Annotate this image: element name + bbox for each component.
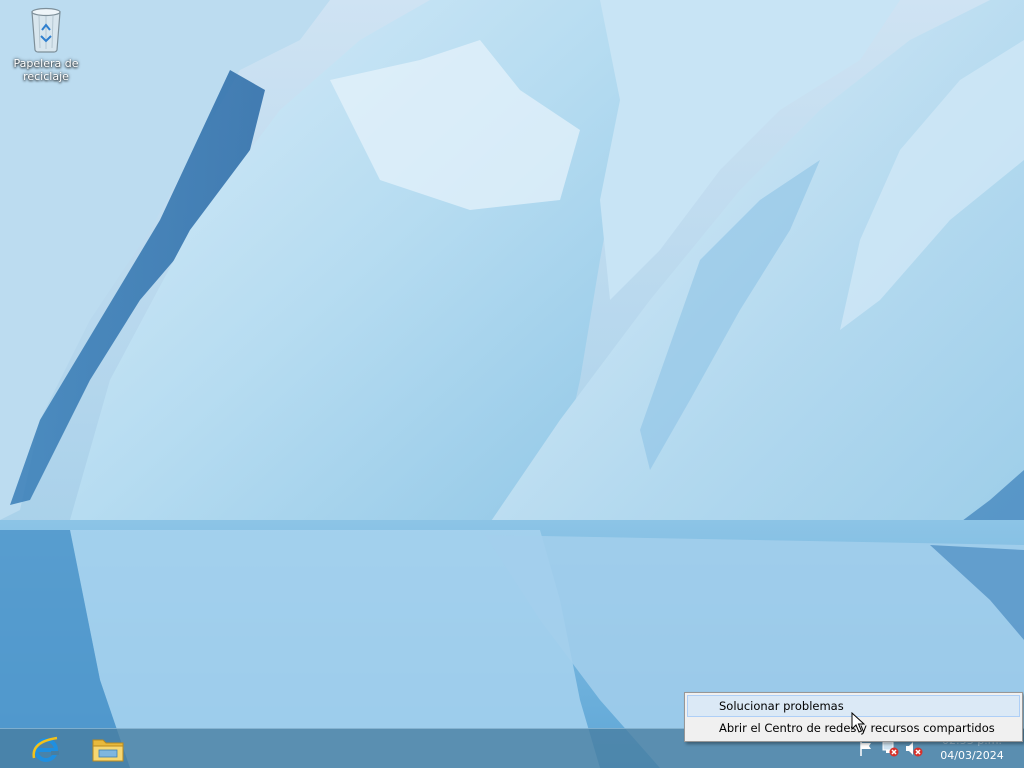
network-error-icon[interactable] — [881, 741, 899, 757]
mouse-cursor-icon — [851, 712, 865, 733]
action-center-flag-icon[interactable] — [857, 741, 875, 757]
wallpaper-image — [0, 0, 1024, 768]
recycle-bin-icon — [31, 7, 61, 53]
desktop[interactable]: Papelera de reciclaje 04/03/2024 Solucio… — [0, 0, 1024, 768]
recycle-bin-desktop-icon[interactable]: Papelera de reciclaje — [8, 6, 84, 83]
clock-date: 04/03/2024 — [940, 749, 1004, 762]
volume-muted-icon[interactable] — [905, 741, 923, 757]
internet-explorer-icon — [32, 736, 59, 762]
taskbar-file-explorer-button[interactable] — [78, 729, 138, 768]
taskbar-internet-explorer-button[interactable] — [16, 729, 76, 768]
file-explorer-icon — [92, 739, 124, 761]
recycle-bin-label: Papelera de reciclaje — [13, 57, 79, 83]
